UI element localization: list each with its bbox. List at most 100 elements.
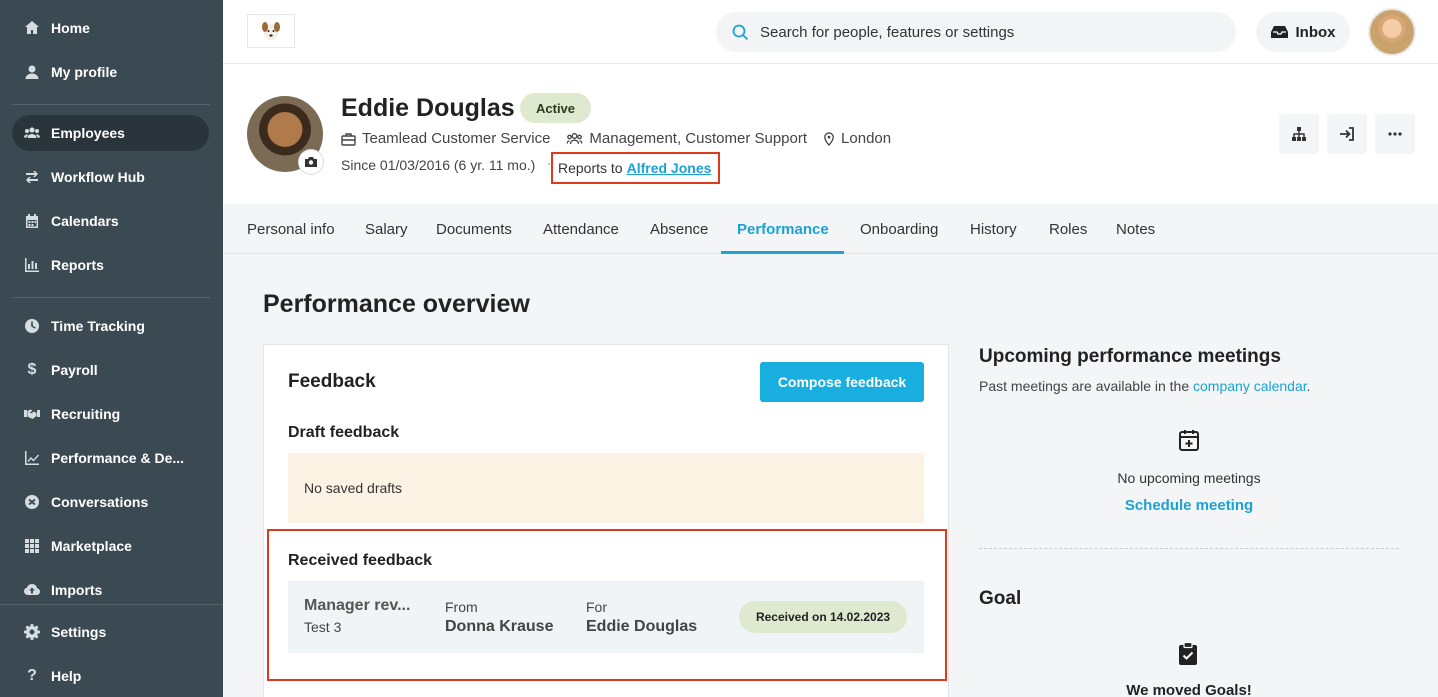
sign-in-icon	[1339, 126, 1355, 142]
received-feedback-title: Received feedback	[288, 552, 433, 569]
active-tab-indicator	[721, 251, 844, 254]
sidebar-item-help[interactable]: ? Help	[12, 658, 209, 694]
sidebar-item-settings[interactable]: Settings	[12, 614, 209, 650]
location-pin-icon	[823, 131, 841, 146]
team-meta: Management, Customer Support	[566, 130, 807, 147]
camera-icon[interactable]	[299, 150, 323, 174]
feedback-title: Feedback	[288, 371, 376, 392]
sidebar-item-workflow-hub[interactable]: Workflow Hub	[12, 159, 209, 195]
profile-header: Eddie Douglas Active Teamlead Customer S…	[223, 64, 1438, 204]
tab-absence[interactable]: Absence	[650, 204, 708, 254]
section-divider	[979, 548, 1399, 549]
tab-onboarding[interactable]: Onboarding	[860, 204, 938, 254]
calendar-icon	[24, 213, 40, 229]
drafts-empty-state: No saved drafts	[288, 453, 924, 523]
supervisor-link[interactable]: Alfred Jones	[627, 160, 712, 176]
draft-feedback-title: Draft feedback	[288, 424, 400, 441]
position-meta: Teamlead Customer Service	[341, 130, 550, 147]
more-options-button[interactable]	[1375, 114, 1415, 154]
sidebar-item-label: Marketplace	[51, 538, 132, 554]
tab-personal-info[interactable]: Personal info	[247, 204, 335, 254]
sidebar-item-label: Time Tracking	[51, 318, 145, 334]
received-date-badge: Received on 14.02.2023	[739, 601, 907, 633]
tab-history[interactable]: History	[970, 204, 1017, 254]
sidebar: Home My profile Employees Workflow Hub C…	[0, 0, 223, 697]
sidebar-item-home[interactable]: Home	[12, 10, 209, 46]
company-logo[interactable]	[247, 14, 295, 48]
meetings-title: Upcoming performance meetings	[979, 346, 1281, 367]
workflow-icon	[24, 169, 40, 185]
no-meetings-text: No upcoming meetings	[1117, 470, 1261, 486]
location-text: London	[841, 130, 892, 147]
sidebar-divider	[0, 604, 223, 605]
clock-icon	[24, 318, 40, 334]
team-text: Management, Customer Support	[589, 130, 808, 147]
tab-roles[interactable]: Roles	[1049, 204, 1087, 254]
search-icon	[732, 24, 760, 41]
search-placeholder: Search for people, features or settings	[760, 23, 1015, 41]
clipboard-check-icon	[1178, 641, 1198, 666]
briefcase-icon	[341, 132, 362, 146]
compose-feedback-button[interactable]: Compose feedback	[760, 362, 924, 402]
inbox-label: Inbox	[1295, 23, 1336, 41]
sidebar-item-reports[interactable]: Reports	[12, 247, 209, 283]
location-meta: London	[823, 130, 891, 147]
login-as-button[interactable]	[1327, 114, 1367, 154]
feedback-card: Feedback Compose feedback Draft feedback…	[263, 344, 949, 697]
trend-icon	[24, 450, 40, 466]
gear-icon	[24, 624, 40, 640]
sidebar-item-my-profile[interactable]: My profile	[12, 54, 209, 90]
sidebar-item-employees[interactable]: Employees	[12, 115, 209, 151]
sidebar-item-label: Help	[51, 668, 82, 684]
sidebar-item-conversations[interactable]: Conversations	[12, 484, 209, 520]
tab-attendance[interactable]: Attendance	[543, 204, 619, 254]
sidebar-item-payroll[interactable]: $ Payroll	[12, 352, 209, 388]
sidebar-item-label: Workflow Hub	[51, 169, 145, 185]
employee-name: Eddie Douglas	[341, 94, 515, 122]
grid-icon	[24, 538, 40, 554]
org-chart-icon	[1291, 126, 1307, 142]
sidebar-item-time-tracking[interactable]: Time Tracking	[12, 308, 209, 344]
more-icon	[1387, 126, 1403, 142]
feedback-subtitle: Test 3	[304, 619, 342, 635]
goals-moved-text: We moved Goals!	[1126, 682, 1252, 697]
search-input[interactable]: Search for people, features or settings	[716, 12, 1236, 52]
home-icon	[24, 20, 40, 36]
tab-performance[interactable]: Performance	[737, 204, 829, 254]
dollar-icon: $	[27, 361, 37, 378]
no-drafts-text: No saved drafts	[304, 480, 403, 496]
chart-icon	[24, 257, 40, 273]
sidebar-item-label: Payroll	[51, 362, 98, 378]
sidebar-item-marketplace[interactable]: Marketplace	[12, 528, 209, 564]
goal-title: Goal	[979, 588, 1022, 609]
tab-salary[interactable]: Salary	[365, 204, 408, 254]
sidebar-item-performance[interactable]: Performance & De...	[12, 440, 209, 476]
sidebar-item-label: Performance & De...	[51, 450, 185, 466]
tab-notes[interactable]: Notes	[1116, 204, 1155, 254]
from-label: From	[445, 599, 478, 615]
user-icon	[24, 64, 40, 80]
meetings-note: Past meetings are available in the compa…	[979, 378, 1311, 394]
from-name: Donna Krause	[445, 618, 554, 635]
tab-documents[interactable]: Documents	[436, 204, 512, 254]
feedback-row[interactable]: Manager rev... Test 3 From Donna Krause …	[288, 581, 924, 653]
sidebar-item-recruiting[interactable]: Recruiting	[12, 396, 209, 432]
inbox-button[interactable]: Inbox	[1256, 12, 1350, 52]
sidebar-item-label: Recruiting	[51, 406, 121, 422]
top-bar: Search for people, features or settings …	[223, 0, 1438, 64]
company-calendar-link[interactable]: company calendar	[1193, 378, 1307, 394]
reports-to: Reports to Alfred Jones	[551, 152, 720, 184]
sidebar-item-label: Conversations	[51, 494, 149, 510]
handshake-icon	[24, 406, 40, 422]
org-chart-button[interactable]	[1279, 114, 1319, 154]
user-avatar[interactable]	[1368, 8, 1416, 56]
sidebar-item-label: Home	[51, 20, 90, 36]
employment-since: Since 01/03/2016 (6 yr. 11 mo.)	[341, 157, 536, 173]
sidebar-item-imports[interactable]: Imports	[12, 572, 209, 608]
inbox-icon	[1270, 25, 1296, 39]
team-icon	[566, 132, 589, 146]
sidebar-item-calendars[interactable]: Calendars	[12, 203, 209, 239]
schedule-meeting-link[interactable]: Schedule meeting	[979, 497, 1399, 514]
meetings-note-suffix: .	[1306, 378, 1311, 394]
profile-tabs: Personal info Salary Documents Attendanc…	[223, 204, 1438, 254]
